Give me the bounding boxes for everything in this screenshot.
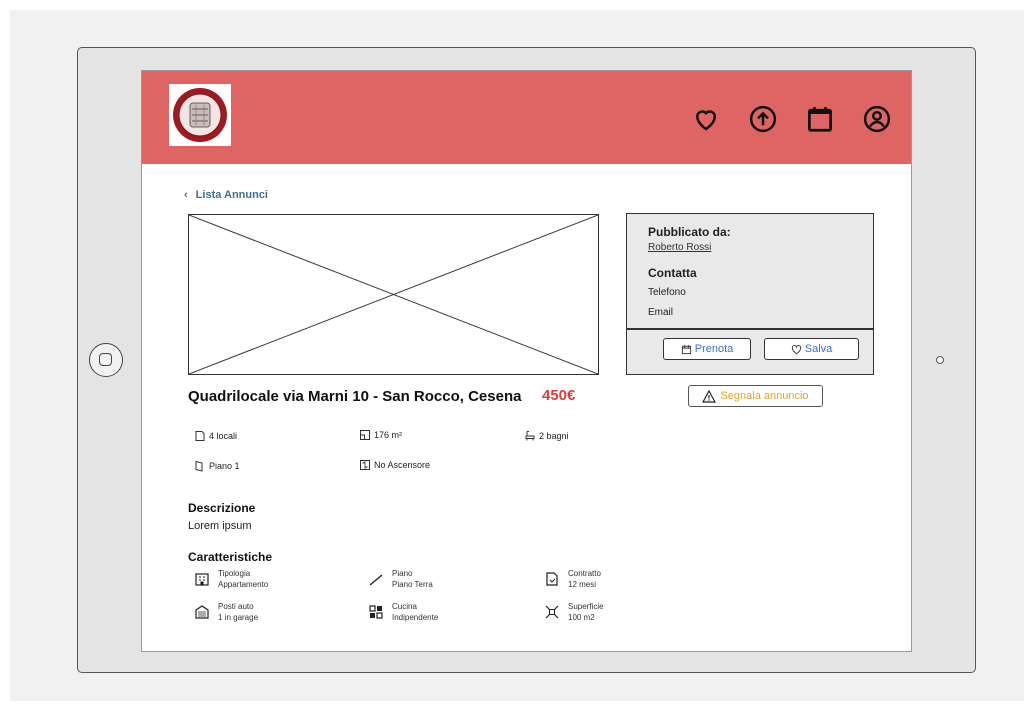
listing-image-placeholder[interactable] — [188, 214, 599, 375]
feature-area: 176 m² — [359, 429, 402, 441]
back-link-label: Lista Annunci — [195, 189, 268, 201]
home-button[interactable] — [89, 343, 123, 377]
calendar-small-icon — [681, 344, 691, 354]
characteristic-contratto: Contratto 12 mesi — [544, 568, 601, 590]
app-header — [142, 71, 911, 164]
user-icon[interactable] — [857, 99, 897, 139]
feature-locali: 4 locali — [194, 430, 237, 442]
screen: ‹ Lista Annunci Pubblicato da: Roberto Ro… — [141, 70, 912, 652]
area-icon — [545, 605, 559, 619]
posti-auto-label: Posti auto — [218, 602, 254, 611]
cucina-value: Indipendente — [392, 613, 439, 622]
segnala-button[interactable]: Segnala annuncio — [688, 385, 823, 407]
tipologia-value: Appartamento — [218, 580, 269, 589]
email-link[interactable]: Email — [648, 307, 673, 318]
superficie-label: Superficie — [568, 602, 604, 611]
feature-bagni: 2 bagni — [524, 430, 569, 442]
listing-price: 450€ — [542, 387, 576, 404]
feature-piano: Piano 1 — [194, 460, 240, 472]
upload-icon[interactable] — [743, 99, 783, 139]
description-title: Descrizione — [188, 501, 256, 515]
characteristic-piano: Piano Piano Terra — [368, 568, 433, 590]
rooms-icon — [195, 431, 205, 441]
floorplan-icon — [360, 430, 370, 440]
stairs-icon — [369, 574, 383, 586]
logo[interactable] — [169, 84, 231, 146]
garage-icon — [195, 605, 209, 619]
piano-value: Piano Terra — [392, 580, 433, 589]
characteristic-superficie: Superficie 100 m2 — [544, 601, 604, 623]
publisher-title: Pubblicato da: — [648, 225, 731, 239]
prenota-button[interactable]: Prenota — [663, 338, 751, 360]
listing-title: Quadrilocale via Marni 10 - San Rocco, C… — [188, 388, 522, 405]
contratto-value: 12 mesi — [568, 580, 597, 589]
contract-icon — [546, 572, 558, 586]
calendar-icon[interactable] — [800, 99, 840, 139]
tipologia-label: Tipologia — [218, 569, 251, 578]
building-icon — [195, 573, 209, 586]
characteristic-tipologia: Tipologia Appartamento — [194, 568, 268, 590]
heart-icon[interactable] — [686, 99, 726, 139]
feature-ascensore-label: No Ascensore — [374, 460, 431, 470]
feature-piano-label: Piano 1 — [209, 461, 240, 471]
kitchen-icon — [369, 605, 383, 619]
feature-locali-label: 4 locali — [209, 431, 238, 441]
publisher-card: Pubblicato da: Roberto Rossi Contatta Te… — [626, 213, 874, 375]
camera-dot — [936, 356, 944, 364]
superficie-value: 100 m2 — [568, 613, 595, 622]
description-text: Lorem ipsum — [188, 520, 252, 532]
segnala-label: Segnala annuncio — [720, 390, 809, 402]
characteristics-title: Caratteristiche — [188, 550, 273, 564]
feature-area-label: 176 m² — [374, 430, 403, 440]
prenota-label: Prenota — [694, 343, 734, 355]
heart-small-icon — [791, 344, 801, 354]
characteristic-cucina: Cucina Indipendente — [368, 601, 438, 623]
chevron-left-icon: ‹ — [184, 189, 188, 201]
bathroom-icon — [525, 431, 535, 441]
warning-icon — [702, 389, 717, 403]
elevator-icon — [360, 460, 370, 470]
salva-button[interactable]: Salva — [764, 338, 859, 360]
piano-label: Piano — [392, 569, 413, 578]
divider — [627, 328, 873, 330]
placeholder-cross-icon — [188, 214, 599, 375]
back-link[interactable]: ‹ Lista Annunci — [184, 189, 268, 201]
contact-title: Contatta — [648, 266, 697, 280]
contratto-label: Contratto — [568, 569, 601, 578]
publisher-name-link[interactable]: Roberto Rossi — [648, 242, 711, 253]
feature-bagni-label: 2 bagni — [539, 431, 569, 441]
posti-auto-value: 1 in garage — [218, 613, 259, 622]
door-icon — [195, 460, 203, 472]
seal-icon — [173, 88, 227, 142]
feature-ascensore: No Ascensore — [359, 459, 430, 471]
phone-link[interactable]: Telefono — [648, 287, 686, 298]
characteristic-posti-auto: Posti auto 1 in garage — [194, 601, 258, 623]
salva-label: Salva — [804, 343, 833, 355]
cucina-label: Cucina — [392, 602, 417, 611]
